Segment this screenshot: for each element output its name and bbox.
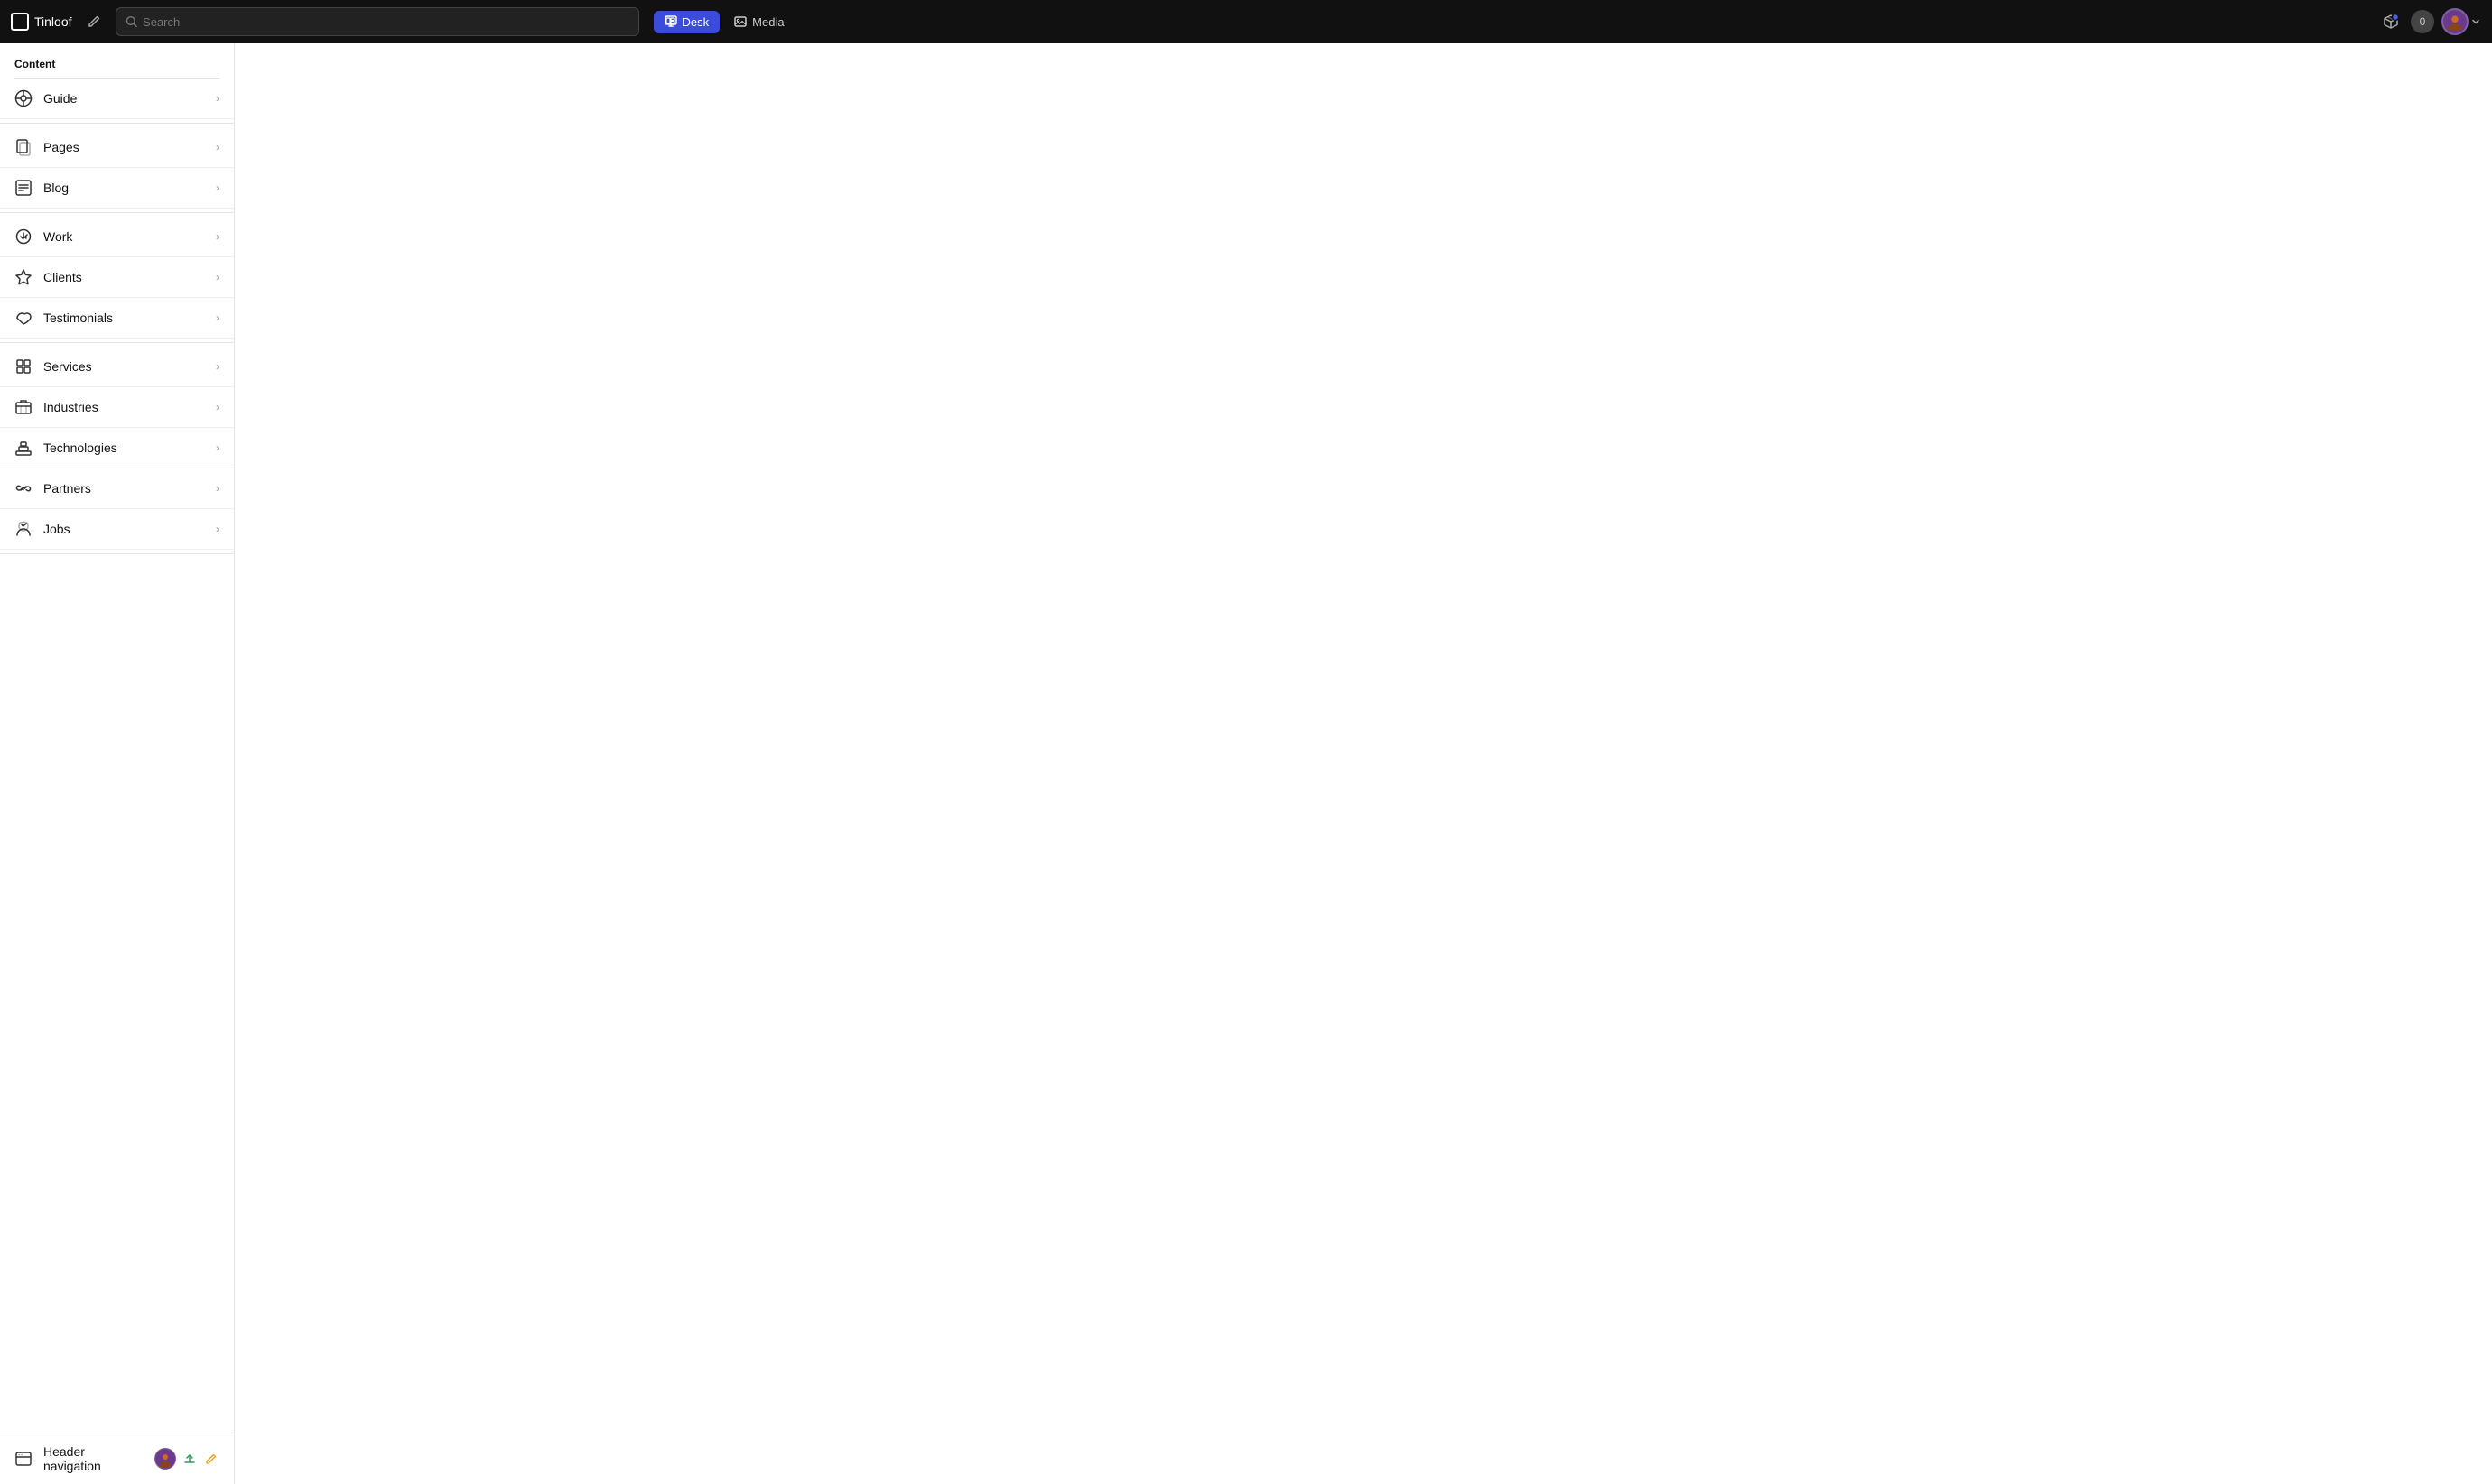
sidebar-item-technologies-label: Technologies <box>43 441 205 455</box>
sidebar-item-guide[interactable]: Guide › <box>0 79 234 119</box>
bottom-avatar-image <box>155 1449 175 1469</box>
sidebar-item-blog-label: Blog <box>43 181 205 195</box>
sidebar-item-testimonials[interactable]: Testimonials › <box>0 298 234 339</box>
bottom-item-upload-button[interactable] <box>181 1451 198 1467</box>
divider-after-blog <box>0 212 234 213</box>
tab-media[interactable]: Media <box>723 11 795 33</box>
pages-icon <box>14 138 33 156</box>
services-icon <box>14 357 33 376</box>
edit-button[interactable] <box>83 11 105 32</box>
industries-icon <box>14 398 33 416</box>
pages-chevron-icon: › <box>216 141 219 153</box>
sidebar-item-testimonials-label: Testimonials <box>43 311 205 325</box>
work-chevron-icon: › <box>216 230 219 243</box>
divider-after-testimonials <box>0 342 234 343</box>
sidebar-item-services[interactable]: Services › <box>0 347 234 387</box>
partners-chevron-icon: › <box>216 482 219 495</box>
nav-tabs: Desk Media <box>654 11 795 33</box>
sidebar-item-pages[interactable]: Pages › <box>0 127 234 168</box>
sidebar-item-work[interactable]: Work › <box>0 217 234 257</box>
sidebar-item-work-label: Work <box>43 229 205 244</box>
sidebar-item-pages-label: Pages <box>43 140 205 154</box>
edit-icon <box>87 14 101 29</box>
tab-desk-label: Desk <box>683 15 710 29</box>
sidebar-item-guide-label: Guide <box>43 91 205 106</box>
sidebar-item-header-navigation-label: Header navigation <box>43 1444 144 1473</box>
jobs-icon <box>14 520 33 538</box>
industries-chevron-icon: › <box>216 401 219 413</box>
search-bar[interactable] <box>116 7 639 36</box>
user-avatar-dropdown[interactable] <box>2441 8 2481 35</box>
sidebar-item-blog[interactable]: Blog › <box>0 168 234 209</box>
sidebar-item-jobs[interactable]: Jobs › <box>0 509 234 550</box>
sidebar-section-title: Content <box>0 43 234 78</box>
clients-icon <box>14 268 33 286</box>
search-input[interactable] <box>143 15 628 29</box>
chevron-down-icon <box>2470 16 2481 27</box>
sidebar-item-services-label: Services <box>43 359 205 374</box>
sidebar-item-jobs-label: Jobs <box>43 522 205 536</box>
user-avatar <box>2441 8 2469 35</box>
desk-icon <box>665 15 677 28</box>
main-layout: Content Guide › <box>0 43 2492 1484</box>
box-icon-button[interactable] <box>2378 9 2404 34</box>
sidebar-item-partners-label: Partners <box>43 481 205 496</box>
notification-count: 0 <box>2420 15 2426 28</box>
jobs-chevron-icon: › <box>216 523 219 535</box>
testimonials-icon <box>14 309 33 327</box>
tab-media-label: Media <box>752 15 784 29</box>
avatar-image <box>2443 9 2467 34</box>
notification-badge[interactable]: 0 <box>2411 10 2434 33</box>
sidebar-item-partners[interactable]: Partners › <box>0 468 234 509</box>
header-nav-icon <box>14 1450 33 1468</box>
media-icon <box>734 15 747 28</box>
blog-icon <box>14 179 33 197</box>
pencil-icon <box>205 1452 218 1465</box>
technologies-chevron-icon: › <box>216 441 219 454</box>
sidebar-item-header-navigation[interactable]: Header navigation <box>0 1433 234 1484</box>
clients-chevron-icon: › <box>216 271 219 283</box>
main-content <box>235 43 2492 1484</box>
bottom-item-edit-button[interactable] <box>203 1451 219 1467</box>
partners-icon <box>14 479 33 497</box>
guide-icon <box>14 89 33 107</box>
sidebar-item-clients[interactable]: Clients › <box>0 257 234 298</box>
tab-desk[interactable]: Desk <box>654 11 721 33</box>
bottom-item-avatar <box>154 1448 176 1470</box>
upload-icon <box>183 1452 196 1465</box>
sidebar: Content Guide › <box>0 43 235 1484</box>
logo-icon <box>11 13 29 31</box>
guide-chevron-icon: › <box>216 92 219 105</box>
divider-after-jobs <box>0 553 234 554</box>
services-chevron-icon: › <box>216 360 219 373</box>
search-icon <box>126 15 138 28</box>
work-icon <box>14 227 33 246</box>
sidebar-item-clients-label: Clients <box>43 270 205 284</box>
top-navigation: Tinloof Desk <box>0 0 2492 43</box>
technologies-icon <box>14 439 33 457</box>
testimonials-chevron-icon: › <box>216 311 219 324</box>
divider-after-guide <box>0 123 234 124</box>
sidebar-item-industries-label: Industries <box>43 400 205 414</box>
logo-label: Tinloof <box>34 14 72 29</box>
blog-chevron-icon: › <box>216 181 219 194</box>
sidebar-item-technologies[interactable]: Technologies › <box>0 428 234 468</box>
package-icon <box>2383 14 2399 30</box>
sidebar-item-industries[interactable]: Industries › <box>0 387 234 428</box>
logo[interactable]: Tinloof <box>11 13 72 31</box>
topnav-right: 0 <box>2378 8 2481 35</box>
bottom-item-actions <box>154 1448 219 1470</box>
